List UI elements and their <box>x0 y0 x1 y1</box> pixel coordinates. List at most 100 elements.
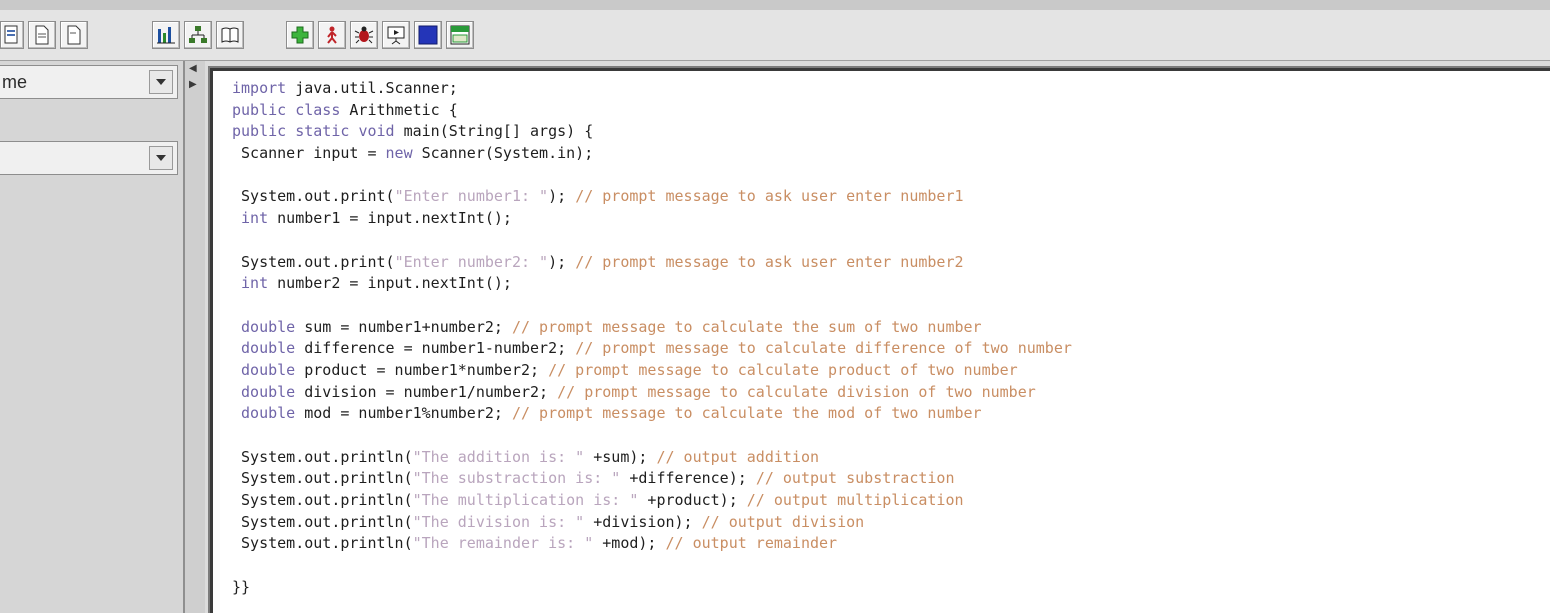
code-keyword: double <box>241 360 296 379</box>
code-line: System.out.print("Enter number2: "); // … <box>232 252 1072 274</box>
toolbar <box>0 10 1550 61</box>
code-line: System.out.println("The addition is: " +… <box>232 447 1072 469</box>
code-string: "Enter number1: " <box>394 187 549 206</box>
code-token: System.out.print( <box>232 187 395 206</box>
code-line: public class Arithmetic { <box>232 100 1072 122</box>
code-token: difference = number1-number2; <box>295 339 576 358</box>
code-editor[interactable]: import java.util.Scanner; public class Ar… <box>208 66 1550 613</box>
code-token: division = number1/number2; <box>295 382 558 401</box>
code-keyword: double <box>241 404 296 423</box>
code-line: System.out.print("Enter number1: "); // … <box>232 186 1072 208</box>
code-token: main(String[] args) { <box>394 122 594 141</box>
code-keyword: int <box>241 274 269 293</box>
code-token: System.out.println( <box>232 447 413 466</box>
code-keyword: int <box>241 209 269 228</box>
add-icon[interactable] <box>286 21 314 49</box>
code-string: "The remainder is: " <box>412 534 594 553</box>
code-keyword: public <box>232 122 287 141</box>
code-token: +mod); <box>593 534 666 553</box>
code-token: Arithmetic { <box>340 100 458 119</box>
code-comment: // output multiplication <box>746 491 964 510</box>
code-token: sum = number1+number2; <box>295 317 512 336</box>
code-token: product = number1*number2; <box>295 360 549 379</box>
stop-icon[interactable] <box>414 21 442 49</box>
debug-icon[interactable] <box>350 21 378 49</box>
document-icon[interactable] <box>28 21 56 49</box>
code-keyword: double <box>241 317 296 336</box>
code-comment: // output substraction <box>755 469 955 488</box>
code-token: +division); <box>584 512 702 531</box>
code-token: number2 = input.nextInt(); <box>268 274 512 293</box>
chevron-down-icon[interactable] <box>149 70 173 94</box>
code-token: System.out.println( <box>232 512 413 531</box>
code-token: +difference); <box>620 469 756 488</box>
code-token: System.out.print( <box>232 252 395 271</box>
code-keyword: new <box>385 144 413 163</box>
code-token: Scanner(System.in); <box>412 144 594 163</box>
book-icon[interactable] <box>216 21 244 49</box>
code-comment: // prompt message to calculate division … <box>557 382 1036 401</box>
expand-right-icon[interactable]: ▶ <box>189 79 197 90</box>
chart-icon[interactable] <box>152 21 180 49</box>
chevron-down-icon[interactable] <box>149 146 173 170</box>
code-string: "The addition is: " <box>412 447 585 466</box>
code-token: }} <box>232 577 251 596</box>
code-string: "The substraction is: " <box>412 469 621 488</box>
code-token: System.out.println( <box>232 491 413 510</box>
code-line: System.out.println("The remainder is: " … <box>232 533 1072 555</box>
code-keyword: import <box>232 79 287 97</box>
file-icon[interactable] <box>0 21 24 49</box>
code-keyword: double <box>241 339 296 358</box>
code-line: public static void main(String[] args) { <box>232 121 1072 143</box>
hierarchy-icon[interactable] <box>184 21 212 49</box>
name-combo-text: me <box>2 72 28 92</box>
code-keyword: void <box>358 122 395 141</box>
window-icon[interactable] <box>446 21 474 49</box>
code-line: double mod = number1%number2; // prompt … <box>232 403 1072 425</box>
code-token: +sum); <box>584 447 657 466</box>
code-line: double difference = number1-number2; // … <box>232 338 1072 360</box>
code-comment: // prompt message to calculate the sum o… <box>511 317 982 336</box>
code-token: Scanner input = <box>232 144 386 163</box>
code-token: ); <box>548 187 576 206</box>
code-token: java.util.Scanner; <box>286 79 458 97</box>
code-string: "Enter number2: " <box>394 252 549 271</box>
code-string: "The division is: " <box>412 512 585 531</box>
page-icon[interactable] <box>60 21 88 49</box>
code-text[interactable]: import java.util.Scanner; public class Ar… <box>232 78 1072 599</box>
run-icon[interactable] <box>318 21 346 49</box>
collapse-left-icon[interactable]: ◀ <box>189 63 197 74</box>
left-panel: me <box>0 61 185 613</box>
code-line: System.out.println("The substraction is:… <box>232 468 1072 490</box>
code-token: System.out.println( <box>232 469 413 488</box>
presentation-icon[interactable] <box>382 21 410 49</box>
code-comment: // prompt message to ask user enter numb… <box>575 187 964 206</box>
code-comment: // prompt message to ask user enter numb… <box>575 252 964 271</box>
panel-splitter[interactable]: ◀ ▶ <box>185 61 205 613</box>
code-line: double division = number1/number2; // pr… <box>232 382 1072 404</box>
code-token: mod = number1%number2; <box>295 404 512 423</box>
code-keyword: public <box>232 100 287 119</box>
name-combo[interactable]: me <box>0 65 178 99</box>
code-line: import java.util.Scanner; <box>232 78 1072 100</box>
code-comment: // prompt message to calculate the mod o… <box>511 404 982 423</box>
code-token: number1 = input.nextInt(); <box>268 209 512 228</box>
code-comment: // output remainder <box>665 534 838 553</box>
code-token: ); <box>548 252 576 271</box>
code-token: +product); <box>638 491 747 510</box>
code-line: System.out.println("The multiplication i… <box>232 490 1072 512</box>
filter-combo[interactable] <box>0 141 178 175</box>
